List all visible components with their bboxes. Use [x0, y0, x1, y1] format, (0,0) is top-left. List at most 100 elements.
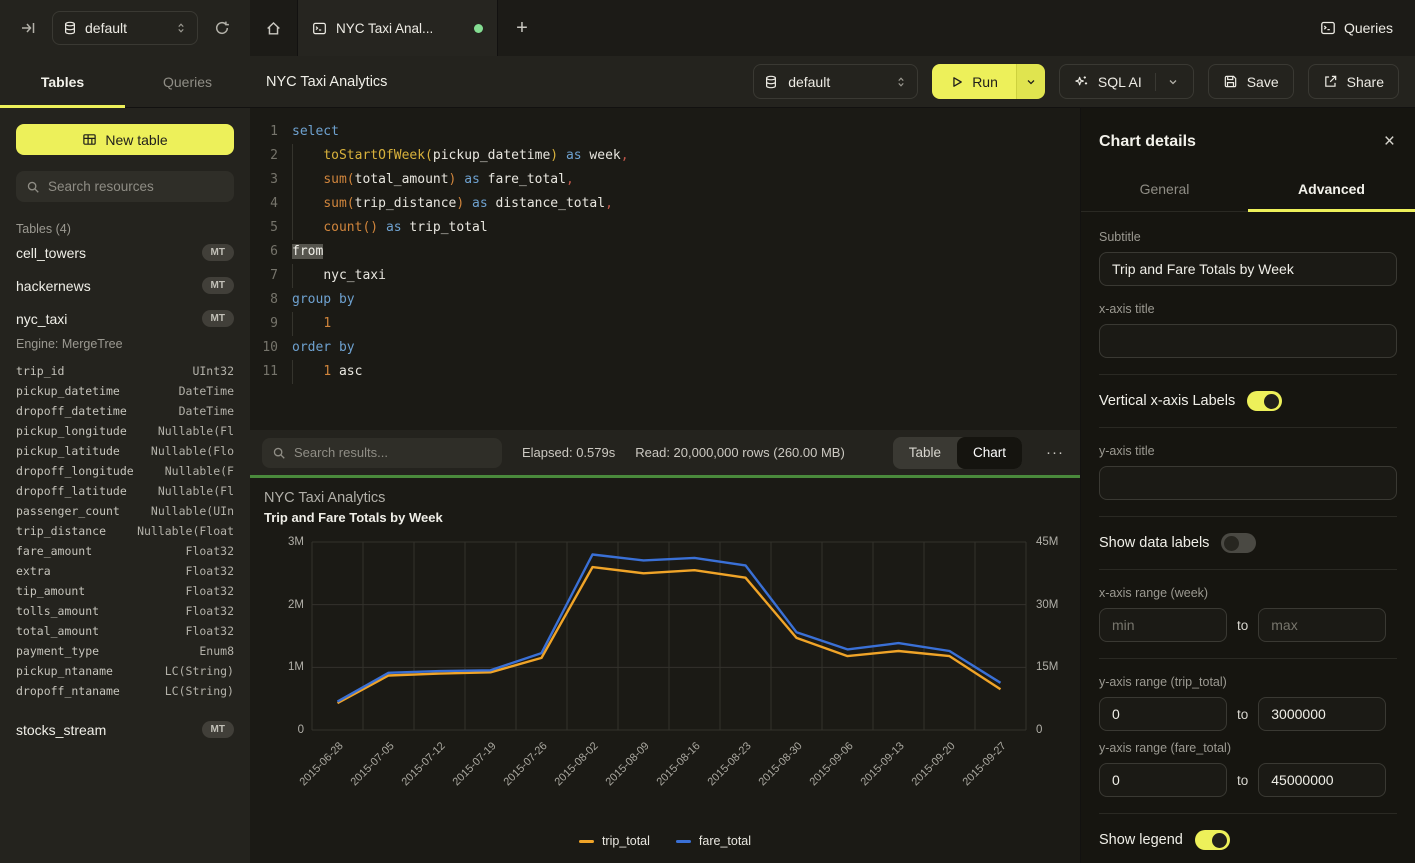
database-selector-value: default — [85, 20, 127, 36]
code-line[interactable]: 4 sum(trip_distance) as distance_total, — [250, 192, 1080, 216]
top-bar: default NYC Taxi Anal... — [0, 0, 1415, 56]
table-column-row: pickup_datetimeDateTime — [16, 381, 234, 401]
show-data-labels-toggle[interactable] — [1221, 533, 1256, 553]
code-text: nyc_taxi — [292, 264, 386, 288]
code-text: toStartOfWeek(pickup_datetime) as week, — [292, 144, 629, 168]
code-line[interactable]: 3 sum(total_amount) as fare_total, — [250, 168, 1080, 192]
code-line[interactable]: 7 nyc_taxi — [250, 264, 1080, 288]
chart-details-panel: Chart details × General Advanced Subtitl… — [1080, 108, 1415, 863]
table-column-row: pickup_ntanameLC(String) — [16, 661, 234, 681]
table-column-row: extraFloat32 — [16, 561, 234, 581]
column-name: tip_amount — [16, 584, 85, 598]
query-header: NYC Taxi Analytics default — [250, 56, 1415, 108]
legend-item-fare_total[interactable]: fare_total — [676, 834, 751, 848]
column-type: Float32 — [186, 544, 234, 558]
table-column-row: tolls_amountFloat32 — [16, 601, 234, 621]
code-token: 1 — [323, 316, 331, 331]
column-name: extra — [16, 564, 51, 578]
legend-label: fare_total — [699, 834, 751, 848]
save-button[interactable]: Save — [1208, 64, 1294, 99]
panel-title: Chart details — [1099, 133, 1196, 151]
tab-nyc-taxi-analytics[interactable]: NYC Taxi Anal... — [298, 0, 498, 56]
refresh-icon[interactable] — [208, 14, 236, 42]
x-axis-range-max[interactable] — [1258, 608, 1386, 642]
subtitle-field[interactable] — [1099, 252, 1397, 286]
database-selector[interactable]: default — [52, 11, 198, 45]
y-range-fare-min[interactable] — [1099, 763, 1227, 797]
legend-item-trip_total[interactable]: trip_total — [579, 834, 650, 848]
code-token: as — [464, 172, 480, 187]
code-text: group by — [292, 288, 355, 312]
results-search-input[interactable] — [294, 445, 492, 460]
more-options-button[interactable]: ··· — [1042, 444, 1068, 461]
code-line[interactable]: 9 1 — [250, 312, 1080, 336]
column-type: LC(String) — [165, 664, 234, 678]
legend-label: trip_total — [602, 834, 650, 848]
code-line[interactable]: 2 toStartOfWeek(pickup_datetime) as week… — [250, 144, 1080, 168]
home-tab[interactable] — [250, 0, 298, 56]
subtitle-field-label: Subtitle — [1099, 230, 1397, 244]
column-name: trip_distance — [16, 524, 106, 538]
query-database-selector[interactable]: default — [753, 64, 918, 99]
line-number: 8 — [250, 288, 278, 312]
chart-plot[interactable]: 001M15M2M30M3M45M2015-06-282015-07-05201… — [264, 534, 1066, 859]
x-axis-title-field[interactable] — [1099, 324, 1397, 358]
y-range-trip-max[interactable] — [1258, 697, 1386, 731]
code-token — [292, 316, 323, 331]
table-column-row: dropoff_datetimeDateTime — [16, 401, 234, 421]
column-type: Float32 — [186, 584, 234, 598]
share-button[interactable]: Share — [1308, 64, 1399, 99]
sql-editor[interactable]: 1select2 toStartOfWeek(pickup_datetime) … — [250, 108, 1080, 430]
sidebar-tab-queries[interactable]: Queries — [125, 56, 250, 107]
sidebar-tab-tables[interactable]: Tables — [0, 56, 125, 107]
column-name: total_amount — [16, 624, 99, 638]
table-item-hackernews[interactable]: hackernews MT — [16, 269, 234, 302]
code-token: pickup_datetime — [433, 148, 550, 163]
new-tab-button[interactable]: + — [498, 0, 546, 56]
x-axis-tick: 2015-08-16 — [655, 740, 703, 788]
collapse-sidebar-icon[interactable] — [14, 14, 42, 42]
panel-tab-general[interactable]: General — [1081, 169, 1248, 211]
x-axis-tick: 2015-07-26 — [502, 740, 550, 788]
play-icon — [950, 75, 964, 89]
view-toggle-chart[interactable]: Chart — [957, 437, 1022, 469]
code-line[interactable]: 5 count() as trip_total — [250, 216, 1080, 240]
x-axis-range-min[interactable] — [1099, 608, 1227, 642]
table-item-cell-towers[interactable]: cell_towers MT — [16, 236, 234, 269]
column-type: Nullable(F — [165, 464, 234, 478]
table-column-row: payment_typeEnum8 — [16, 641, 234, 661]
vertical-x-labels-label: Vertical x-axis Labels — [1099, 393, 1235, 409]
table-item-stocks-stream[interactable]: stocks_stream MT — [16, 713, 234, 746]
run-button[interactable]: Run — [932, 64, 1016, 99]
panel-tab-advanced[interactable]: Advanced — [1248, 169, 1415, 211]
code-line[interactable]: 10order by — [250, 336, 1080, 360]
queries-link[interactable]: Queries — [1298, 0, 1415, 56]
line-number: 6 — [250, 240, 278, 264]
view-toggle-table[interactable]: Table — [893, 437, 957, 469]
run-options-button[interactable] — [1016, 64, 1045, 99]
y-range-trip-min[interactable] — [1099, 697, 1227, 731]
code-line[interactable]: 11 1 asc — [250, 360, 1080, 384]
code-token: fare_total — [480, 172, 566, 187]
show-legend-toggle[interactable] — [1195, 830, 1230, 850]
code-line[interactable]: 6from — [250, 240, 1080, 264]
vertical-x-labels-toggle[interactable] — [1247, 391, 1282, 411]
close-icon[interactable]: × — [1384, 132, 1395, 151]
sidebar-search-input[interactable] — [48, 179, 224, 194]
sql-ai-label: SQL AI — [1098, 74, 1142, 90]
code-token: week — [582, 148, 621, 163]
y-range-fare-max[interactable] — [1258, 763, 1386, 797]
code-line[interactable]: 8 group by — [250, 288, 1080, 312]
code-token: trip_distance — [355, 196, 457, 211]
x-axis-tick: 2015-08-23 — [706, 740, 754, 788]
y-axis-title-field[interactable] — [1099, 466, 1397, 500]
new-table-button[interactable]: New table — [16, 124, 234, 155]
line-number: 7 — [250, 264, 278, 288]
code-token: select — [292, 124, 339, 139]
table-item-nyc-taxi[interactable]: nyc_taxi MT — [16, 302, 234, 335]
chevron-down-icon[interactable] — [1167, 76, 1179, 88]
sql-ai-button[interactable]: SQL AI — [1059, 64, 1194, 99]
code-token — [292, 268, 323, 283]
code-token: distance_total — [488, 196, 605, 211]
code-line[interactable]: 1select — [250, 120, 1080, 144]
